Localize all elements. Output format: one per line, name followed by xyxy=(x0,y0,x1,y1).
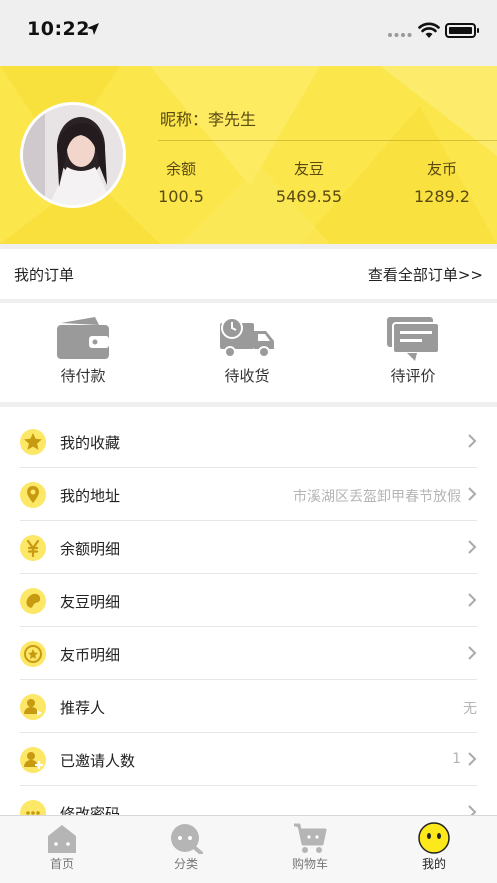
stat-coins-value: 1289.2 xyxy=(414,187,470,206)
chevron-right-icon xyxy=(468,752,477,766)
menu-item-label: 友币明细 xyxy=(60,646,121,664)
nickname: 昵称：李先生 xyxy=(160,110,257,129)
stat-balance[interactable]: 余额 100.5 xyxy=(126,158,236,206)
status-bar: 10:22 xyxy=(0,0,497,66)
order-pending-receipt[interactable]: 待收货 xyxy=(197,315,297,386)
menu-item-address[interactable]: 我的地址 市溪湖区丢盔卸甲春节放假 xyxy=(0,468,497,521)
menu-item-balance-detail[interactable]: 余额明细 xyxy=(0,521,497,574)
wallet-icon xyxy=(57,317,109,359)
tab-cart-label: 购物车 xyxy=(291,857,328,871)
tab-bar: 首页 分类 购物车 我的 xyxy=(0,815,497,883)
menu-item-favorites[interactable]: 我的收藏 xyxy=(0,415,497,468)
yen-icon xyxy=(20,535,46,561)
delivery-truck-icon xyxy=(220,317,274,358)
order-pending-review-label: 待评价 xyxy=(390,367,436,385)
bean-icon xyxy=(20,588,46,614)
menu-item-change-password[interactable]: 修改密码 xyxy=(0,786,497,816)
menu-item-label: 友豆明细 xyxy=(60,593,121,611)
profile-header: 昵称：李先生 余额 100.5 友豆 5469.55 友币 1289.2 xyxy=(0,66,497,244)
chevron-right-icon xyxy=(468,434,477,448)
menu-item-value: 市溪湖区丢盔卸甲春节放假 xyxy=(293,489,461,505)
chevron-right-icon xyxy=(468,646,477,660)
stat-balance-value: 100.5 xyxy=(158,187,204,206)
stat-coins-label: 友币 xyxy=(426,160,457,178)
menu-item-bean-detail[interactable]: 友豆明细 xyxy=(0,574,497,627)
password-icon xyxy=(20,800,46,816)
tab-home[interactable]: 首页 xyxy=(22,822,102,872)
profile-smiley-icon xyxy=(418,822,450,854)
star-icon xyxy=(20,429,46,455)
avatar[interactable] xyxy=(20,102,126,208)
chevron-right-icon xyxy=(468,540,477,554)
view-all-orders-link[interactable]: 查看全部订单>> xyxy=(368,264,483,285)
location-pin-icon xyxy=(20,482,46,508)
tab-category[interactable]: 分类 xyxy=(146,822,226,872)
tab-mine-label: 我的 xyxy=(421,857,446,871)
tab-mine[interactable]: 我的 xyxy=(394,822,474,872)
menu-item-coin-detail[interactable]: 友币明细 xyxy=(0,627,497,680)
stat-beans[interactable]: 友豆 5469.55 xyxy=(254,158,364,206)
home-icon xyxy=(48,825,76,853)
stat-beans-value: 5469.55 xyxy=(275,187,343,206)
order-pending-payment[interactable]: 待付款 xyxy=(33,315,133,386)
menu-item-label: 我的收藏 xyxy=(60,434,121,452)
status-time: 10:22 xyxy=(27,18,90,40)
tab-home-label: 首页 xyxy=(49,857,74,871)
chevron-right-icon xyxy=(468,593,477,607)
menu-item-value: 无 xyxy=(463,701,477,717)
menu-item-label: 我的地址 xyxy=(60,487,121,505)
cart-icon xyxy=(294,823,327,853)
comment-icon xyxy=(387,317,440,361)
profile-divider xyxy=(158,140,497,141)
invite-user-icon xyxy=(20,747,46,773)
menu-item-label: 推荐人 xyxy=(60,699,106,717)
coin-icon xyxy=(20,641,46,667)
stat-balance-label: 余额 xyxy=(165,160,196,178)
category-icon xyxy=(171,824,203,854)
avatar-photo xyxy=(23,105,123,205)
signal-dots-icon xyxy=(388,33,412,37)
menu-item-referrer[interactable]: 推荐人 无 xyxy=(0,680,497,733)
tab-category-label: 分类 xyxy=(173,857,198,871)
location-arrow-icon xyxy=(87,23,99,35)
battery-icon xyxy=(445,23,479,38)
chevron-right-icon xyxy=(468,487,477,501)
wifi-icon xyxy=(418,22,440,38)
orders-title: 我的订单 xyxy=(14,266,75,284)
stat-coins[interactable]: 友币 1289.2 xyxy=(387,158,497,206)
order-pending-payment-label: 待付款 xyxy=(60,367,106,385)
order-pending-review[interactable]: 待评价 xyxy=(363,315,463,386)
orders-header: 我的订单 查看全部订单>> xyxy=(0,249,497,299)
menu-item-label: 余额明细 xyxy=(60,540,121,558)
menu-item-invited-count[interactable]: 已邀请人数 1 xyxy=(0,733,497,786)
referrer-icon xyxy=(20,694,46,720)
order-pending-receipt-label: 待收货 xyxy=(224,367,270,385)
menu-list: 我的收藏 我的地址 市溪湖区丢盔卸甲春节放假 余额明细 友豆明细 友币明细 推荐… xyxy=(0,407,497,816)
stat-beans-label: 友豆 xyxy=(293,160,324,178)
menu-item-label: 已邀请人数 xyxy=(60,752,136,770)
order-status-row: 待付款 待收货 待评价 xyxy=(0,303,497,402)
tab-cart[interactable]: 购物车 xyxy=(270,822,350,872)
menu-item-value: 1 xyxy=(452,751,461,767)
